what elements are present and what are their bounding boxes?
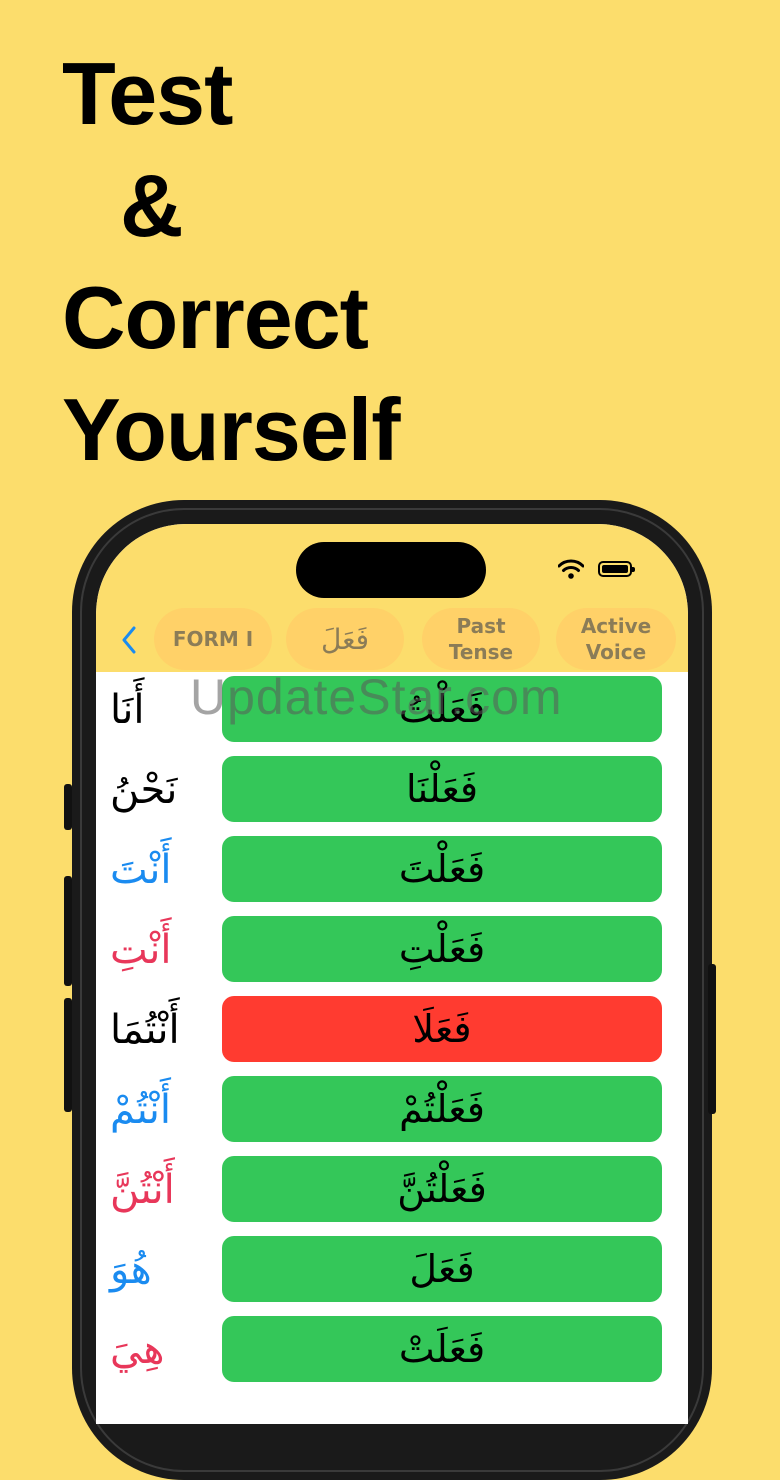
answer-cell-correct[interactable]: فَعَلْتِ <box>222 916 662 982</box>
pronoun-label: نَحْنُ <box>110 767 178 813</box>
back-button[interactable] <box>116 622 142 658</box>
wifi-icon <box>558 559 584 579</box>
conjugation-row: أَنْتُمَا فَعَلَا <box>96 996 688 1064</box>
phone-silent-switch <box>64 784 72 830</box>
dynamic-island <box>296 542 486 598</box>
pronoun-label: أَنَا <box>110 687 145 733</box>
phone-power-button <box>708 964 716 1114</box>
headline-line-1: Test <box>62 44 233 143</box>
conjugation-row: هُوَ فَعَلَ <box>96 1236 688 1304</box>
answer-cell-wrong[interactable]: فَعَلَا <box>222 996 662 1062</box>
conjugation-row: أَنْتُمْ فَعَلْتُمْ <box>96 1076 688 1144</box>
phone-volume-up <box>64 876 72 986</box>
pronoun-label: أَنْتِ <box>110 927 172 973</box>
pronoun-label: هِيَ <box>110 1327 165 1373</box>
chip-voice[interactable]: Active Voice <box>556 608 676 670</box>
chip-form[interactable]: FORM I <box>154 608 272 670</box>
answer-cell-correct[interactable]: فَعَلْتُنَّ <box>222 1156 662 1222</box>
battery-icon <box>598 561 635 577</box>
conjugation-row: أَنْتِ فَعَلْتِ <box>96 916 688 984</box>
chip-tense[interactable]: Past Tense <box>422 608 540 670</box>
answer-cell-correct[interactable]: فَعَلَ <box>222 1236 662 1302</box>
headline-line-4: Yourself <box>62 380 401 479</box>
phone-screen: FORM I فَعَلَ Past Tense Active Voice أَ… <box>96 524 688 1424</box>
headline: Test & Correct Yourself <box>62 38 401 486</box>
conjugation-row: أَنْتَ فَعَلْتَ <box>96 836 688 904</box>
headline-line-3: Correct <box>62 268 369 367</box>
phone-volume-down <box>64 998 72 1112</box>
answer-cell-correct[interactable]: فَعَلْتَ <box>222 836 662 902</box>
chip-verb-pattern[interactable]: فَعَلَ <box>286 608 404 670</box>
answer-cell-correct[interactable]: فَعَلْتُ <box>222 676 662 742</box>
conjugation-row: أَنَا فَعَلْتُ <box>96 676 688 744</box>
pronoun-label: أَنْتُنَّ <box>110 1167 175 1213</box>
pronoun-label: هُوَ <box>110 1247 152 1293</box>
answer-cell-correct[interactable]: فَعَلَتْ <box>222 1316 662 1382</box>
answer-cell-correct[interactable]: فَعَلْنَا <box>222 756 662 822</box>
pronoun-label: أَنْتُمْ <box>110 1087 171 1133</box>
chevron-left-icon <box>122 626 136 654</box>
pronoun-label: أَنْتَ <box>110 847 172 893</box>
answer-cell-correct[interactable]: فَعَلْتُمْ <box>222 1076 662 1142</box>
conjugation-row: أَنْتُنَّ فَعَلْتُنَّ <box>96 1156 688 1224</box>
headline-line-2: & <box>120 156 184 255</box>
pronoun-label: أَنْتُمَا <box>110 1007 180 1053</box>
conjugation-row: نَحْنُ فَعَلْنَا <box>96 756 688 824</box>
conjugation-row: هِيَ فَعَلَتْ <box>96 1316 688 1384</box>
